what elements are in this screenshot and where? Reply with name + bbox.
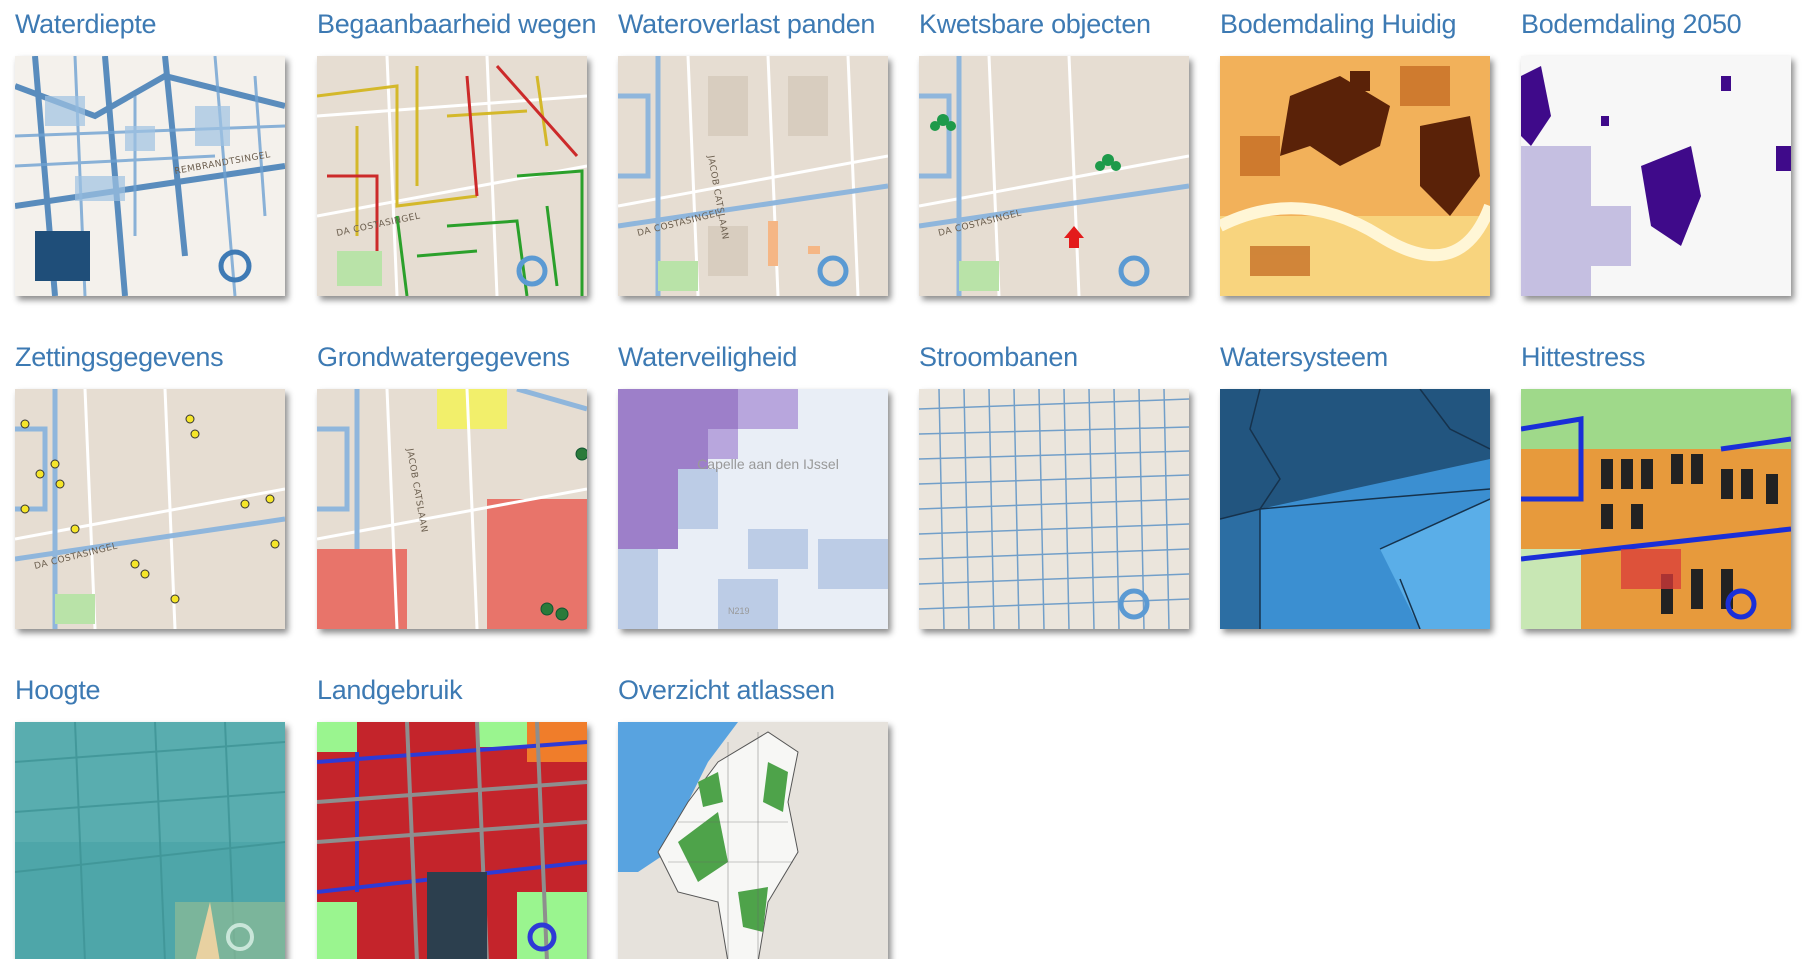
tile-overzicht-atlassen[interactable]: Overzicht atlassen xyxy=(618,674,898,959)
subsidence-2050-map-thumbnail[interactable] xyxy=(1521,56,1791,296)
subsidence-current-map-thumbnail[interactable] xyxy=(1220,56,1490,296)
tile-landgebruik[interactable]: Landgebruik xyxy=(317,674,597,959)
atlas-overview-map-thumbnail[interactable] xyxy=(618,722,888,959)
tile-hoogte[interactable]: Hoogte xyxy=(15,674,295,959)
map-road-label: N219 xyxy=(728,606,750,616)
land-use-map-thumbnail[interactable] xyxy=(317,722,587,959)
atlas-grid: Waterdiepte REMBRANDTSINGEL Begaanbaarhe… xyxy=(0,0,1803,959)
tile-bodemdaling-2050[interactable]: Bodemdaling 2050 xyxy=(1521,8,1801,296)
vulnerable-objects-map-thumbnail[interactable]: DA COSTASINGEL xyxy=(919,56,1189,296)
flow-paths-map-thumbnail[interactable] xyxy=(919,389,1189,629)
tile-waterveiligheid[interactable]: Waterveiligheid Capelle aan den IJssel N… xyxy=(618,341,898,629)
tile-title[interactable]: Bodemdaling Huidig xyxy=(1220,8,1500,42)
tile-waterdiepte[interactable]: Waterdiepte REMBRANDTSINGEL xyxy=(15,8,295,296)
tile-title[interactable]: Waterveiligheid xyxy=(618,341,898,375)
tile-hittestress[interactable]: Hittestress xyxy=(1521,341,1801,629)
map-town-label: Capelle aan den IJssel xyxy=(697,456,839,472)
building-flooding-map-thumbnail[interactable]: JACOB CATSLAAN DA COSTASINGEL xyxy=(618,56,888,296)
road-accessibility-map-thumbnail[interactable]: DA COSTASINGEL xyxy=(317,56,587,296)
tile-stroombanen[interactable]: Stroombanen xyxy=(919,341,1199,629)
elevation-map-thumbnail[interactable] xyxy=(15,722,285,959)
tile-zettingsgegevens[interactable]: Zettingsgegevens DA COSTASINGEL xyxy=(15,341,295,629)
tile-title[interactable]: Bodemdaling 2050 xyxy=(1521,8,1801,42)
tile-title[interactable]: Grondwatergegevens xyxy=(317,341,597,375)
tile-title[interactable]: Kwetsbare objecten xyxy=(919,8,1199,42)
tile-watersysteem[interactable]: Watersysteem xyxy=(1220,341,1500,629)
tile-kwetsbare-objecten[interactable]: Kwetsbare objecten DA COSTASINGEL xyxy=(919,8,1199,296)
tile-title[interactable]: Stroombanen xyxy=(919,341,1199,375)
water-safety-map-thumbnail[interactable]: Capelle aan den IJssel N219 xyxy=(618,389,888,629)
tile-title[interactable]: Watersysteem xyxy=(1220,341,1500,375)
tile-title[interactable]: Overzicht atlassen xyxy=(618,674,898,708)
water-system-map-thumbnail[interactable] xyxy=(1220,389,1490,629)
tile-title[interactable]: Hittestress xyxy=(1521,341,1801,375)
tile-title[interactable]: Wateroverlast panden xyxy=(618,8,898,42)
groundwater-data-map-thumbnail[interactable]: JACOB CATSLAAN xyxy=(317,389,587,629)
tile-wateroverlast-panden[interactable]: Wateroverlast panden JACOB CATSLAAN DA C… xyxy=(618,8,898,296)
tile-begaanbaarheid-wegen[interactable]: Begaanbaarheid wegen DA COSTASINGEL xyxy=(317,8,597,296)
tile-bodemdaling-huidig[interactable]: Bodemdaling Huidig xyxy=(1220,8,1500,296)
heat-stress-map-thumbnail[interactable] xyxy=(1521,389,1791,629)
waterdepth-map-thumbnail[interactable]: REMBRANDTSINGEL xyxy=(15,56,285,296)
settlement-data-map-thumbnail[interactable]: DA COSTASINGEL xyxy=(15,389,285,629)
tile-title[interactable]: Hoogte xyxy=(15,674,295,708)
tile-title[interactable]: Landgebruik xyxy=(317,674,597,708)
tile-title[interactable]: Waterdiepte xyxy=(15,8,295,42)
tile-title[interactable]: Zettingsgegevens xyxy=(15,341,295,375)
tile-grondwatergegevens[interactable]: Grondwatergegevens JACOB CATSLAAN xyxy=(317,341,597,629)
tile-title[interactable]: Begaanbaarheid wegen xyxy=(317,8,597,42)
